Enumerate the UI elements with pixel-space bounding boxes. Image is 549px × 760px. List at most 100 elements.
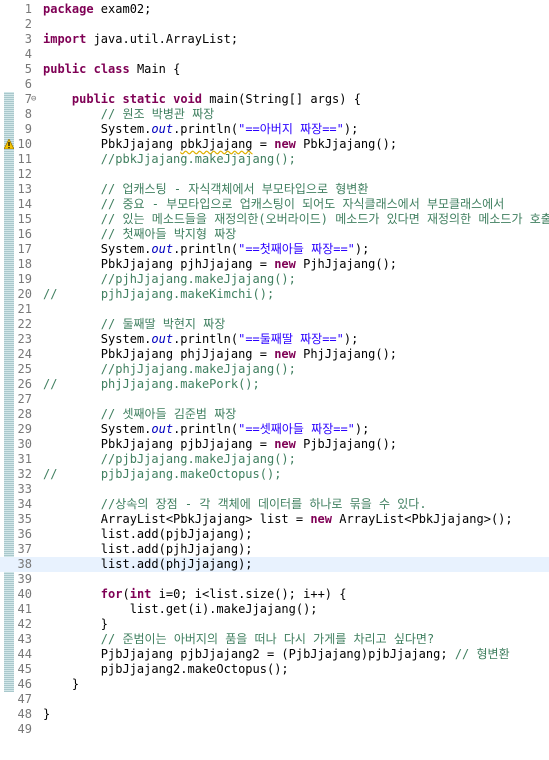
code-editor[interactable]: 1 package exam02; 2 3 import java.util.Array… — [0, 0, 549, 760]
code-text: import java.util.ArrayList; — [43, 32, 238, 47]
code-line[interactable]: 7 ⊖ public static void main(String[] args… — [0, 92, 549, 107]
line-number: 5 — [24, 62, 32, 76]
code-token: ArrayList<PbkJjajang>(); — [332, 512, 513, 526]
code-token: System. — [43, 422, 152, 436]
code-text: // pjhJjajang.makeKimchi(); — [43, 287, 274, 302]
code-token: Main { — [129, 62, 181, 76]
code-text: list.add(pjhJjajang); — [43, 542, 253, 557]
code-line[interactable]: 45 pjbJjajang2.makeOctopus(); — [0, 662, 549, 677]
code-line[interactable]: 42 } — [0, 617, 549, 632]
code-text: // pjbJjajang.makeOctopus(); — [43, 467, 281, 482]
code-token: pbkJjajang — [180, 137, 253, 151]
code-line[interactable]: 46 } — [0, 677, 549, 692]
code-token: PjbJjajang pjbJjajang2 = (PjbJjajang)pjb… — [43, 647, 455, 661]
code-line[interactable]: 20 // pjhJjajang.makeKimchi(); — [0, 287, 549, 302]
code-token: PbkJjajang pjhJjajang = — [43, 257, 275, 271]
code-line[interactable]: 24 PbkJjajang phjJjajang = new PhjJjajan… — [0, 347, 549, 362]
line-number: 45 — [17, 662, 32, 676]
code-line[interactable]: 31 //pjbJjajang.makeJjajang(); — [0, 452, 549, 467]
code-line[interactable]: 13 // 업캐스팅 - 자식객체에서 부모타입으로 형변환 — [0, 182, 549, 197]
code-line[interactable]: 39 — [0, 572, 549, 587]
code-token: int — [129, 587, 152, 601]
code-line[interactable]: 41 list.get(i).makeJjajang(); — [0, 602, 549, 617]
code-line[interactable]: 21 — [0, 302, 549, 317]
line-number: 13 — [17, 182, 32, 196]
line-number: 17 — [17, 242, 32, 256]
code-token: PjbJjajang(); — [295, 437, 398, 451]
code-line[interactable]: 35 ArrayList<PbkJjajang> list = new Arra… — [0, 512, 549, 527]
code-line[interactable]: 36 list.add(pjbJjajang); — [0, 527, 549, 542]
code-token: System. — [43, 122, 152, 136]
code-text: ArrayList<PbkJjajang> list = new ArrayLi… — [43, 512, 513, 527]
code-line[interactable]: 43 // 준범이는 아버지의 품을 떠나 다시 가게를 차리고 싶다면? — [0, 632, 549, 647]
code-line[interactable]: 10 PbkJjajang pbkJjajang = new PbkJjajan… — [0, 137, 549, 152]
code-line[interactable]: 19 //pjhJjajang.makeJjajang(); — [0, 272, 549, 287]
code-line[interactable]: 11 //pbkJjajang.makeJjajang(); — [0, 152, 549, 167]
code-line[interactable]: 33 — [0, 482, 549, 497]
warning-icon[interactable] — [4, 139, 14, 149]
code-line[interactable]: 37 list.add(pjhJjajang); — [0, 542, 549, 557]
code-text: package exam02; — [43, 2, 151, 17]
code-text: // 준범이는 아버지의 품을 떠나 다시 가게를 차리고 싶다면? — [43, 632, 434, 647]
code-line[interactable]: 16 // 첫째아들 박지형 짜장 — [0, 227, 549, 242]
code-line[interactable]: 29 System.out.println("==셋째아들 짜장=="); — [0, 422, 549, 437]
line-number: 27 — [17, 392, 32, 406]
code-token: .println( — [173, 122, 239, 136]
code-token: // 업캐스팅 - 자식객체에서 부모타입으로 형변환 — [100, 182, 369, 196]
code-line[interactable]: 5 public class Main { — [0, 62, 549, 77]
code-line[interactable]: 38 list.add(phjJjajang); — [0, 557, 549, 572]
line-number: 39 — [17, 572, 32, 586]
line-number: 31 — [17, 452, 32, 466]
code-token: ); — [354, 422, 370, 436]
code-line[interactable]: 3 import java.util.ArrayList; — [0, 32, 549, 47]
code-line[interactable]: 48} — [0, 707, 549, 722]
code-token: // 셋째아들 김준범 짜장 — [100, 407, 237, 421]
code-token: new — [274, 437, 296, 451]
line-number: 9 — [24, 122, 32, 136]
code-token: new — [274, 347, 296, 361]
line-number: 4 — [24, 47, 32, 61]
code-text: // 업캐스팅 - 자식객체에서 부모타입으로 형변환 — [43, 182, 369, 197]
code-line[interactable]: 49 — [0, 722, 549, 737]
code-line[interactable]: 18 PbkJjajang pjhJjajang = new PjhJjajan… — [0, 257, 549, 272]
line-number: 23 — [17, 332, 32, 346]
code-line[interactable]: 14 // 중요 - 부모타입으로 업캐스팅이 되어도 자식클래스에서 부모클래… — [0, 197, 549, 212]
code-line[interactable]: 30 PbkJjajang pjbJjajang = new PjbJjajan… — [0, 437, 549, 452]
code-line[interactable]: 28 // 셋째아들 김준범 짜장 — [0, 407, 549, 422]
line-number: 46 — [17, 677, 32, 691]
code-text: list.add(phjJjajang); — [43, 557, 253, 572]
code-line[interactable]: 40 for(int i=0; i<list.size(); i++) { — [0, 587, 549, 602]
code-text: for(int i=0; i<list.size(); i++) { — [43, 587, 347, 602]
code-line[interactable]: 27 — [0, 392, 549, 407]
code-text: //pjhJjajang.makeJjajang(); — [43, 272, 296, 287]
code-token: //phjJjajang.makeJjajang(); — [100, 362, 296, 376]
line-number: 19 — [17, 272, 32, 286]
code-line[interactable]: 32 // pjbJjajang.makeOctopus(); — [0, 467, 549, 482]
code-line[interactable]: 2 — [0, 17, 549, 32]
code-token: //pjhJjajang.makeJjajang(); — [100, 272, 296, 286]
code-line[interactable]: 9 System.out.println("==아버지 짜장=="); — [0, 122, 549, 137]
code-line[interactable]: 6 — [0, 77, 549, 92]
code-token: import — [43, 32, 87, 46]
code-line[interactable]: 17 System.out.println("==첫째아들 짜장=="); — [0, 242, 549, 257]
code-line[interactable]: 8 // 원조 박병관 짜장 — [0, 107, 549, 122]
code-line[interactable]: 26 // phjJjajang.makePork(); — [0, 377, 549, 392]
code-line[interactable]: 4 — [0, 47, 549, 62]
code-token: System. — [43, 242, 152, 256]
code-line[interactable]: 25 //phjJjajang.makeJjajang(); — [0, 362, 549, 377]
code-line[interactable]: 12 — [0, 167, 549, 182]
code-line[interactable]: 22 // 둘째딸 박현지 짜장 — [0, 317, 549, 332]
code-line[interactable]: 23 System.out.println("==둘째딸 짜장=="); — [0, 332, 549, 347]
code-line[interactable]: 34 //상속의 장점 - 각 객체에 데이터를 하나로 묶을 수 있다. — [0, 497, 549, 512]
code-line[interactable]: 1 package exam02; — [0, 2, 549, 17]
code-line[interactable]: 44 PjbJjajang pjbJjajang2 = (PjbJjajang)… — [0, 647, 549, 662]
code-text: // 둘째딸 박현지 짜장 — [43, 317, 225, 332]
fold-toggle-icon[interactable]: ⊖ — [31, 92, 36, 107]
code-token: ( — [122, 587, 130, 601]
code-token: pjhJjajang.makeKimchi(); — [100, 287, 275, 301]
code-line[interactable]: 47 — [0, 692, 549, 707]
code-line[interactable]: 15 // 있는 메소드들을 재정의한(오버라이드) 메소드가 있다면 재정의한… — [0, 212, 549, 227]
